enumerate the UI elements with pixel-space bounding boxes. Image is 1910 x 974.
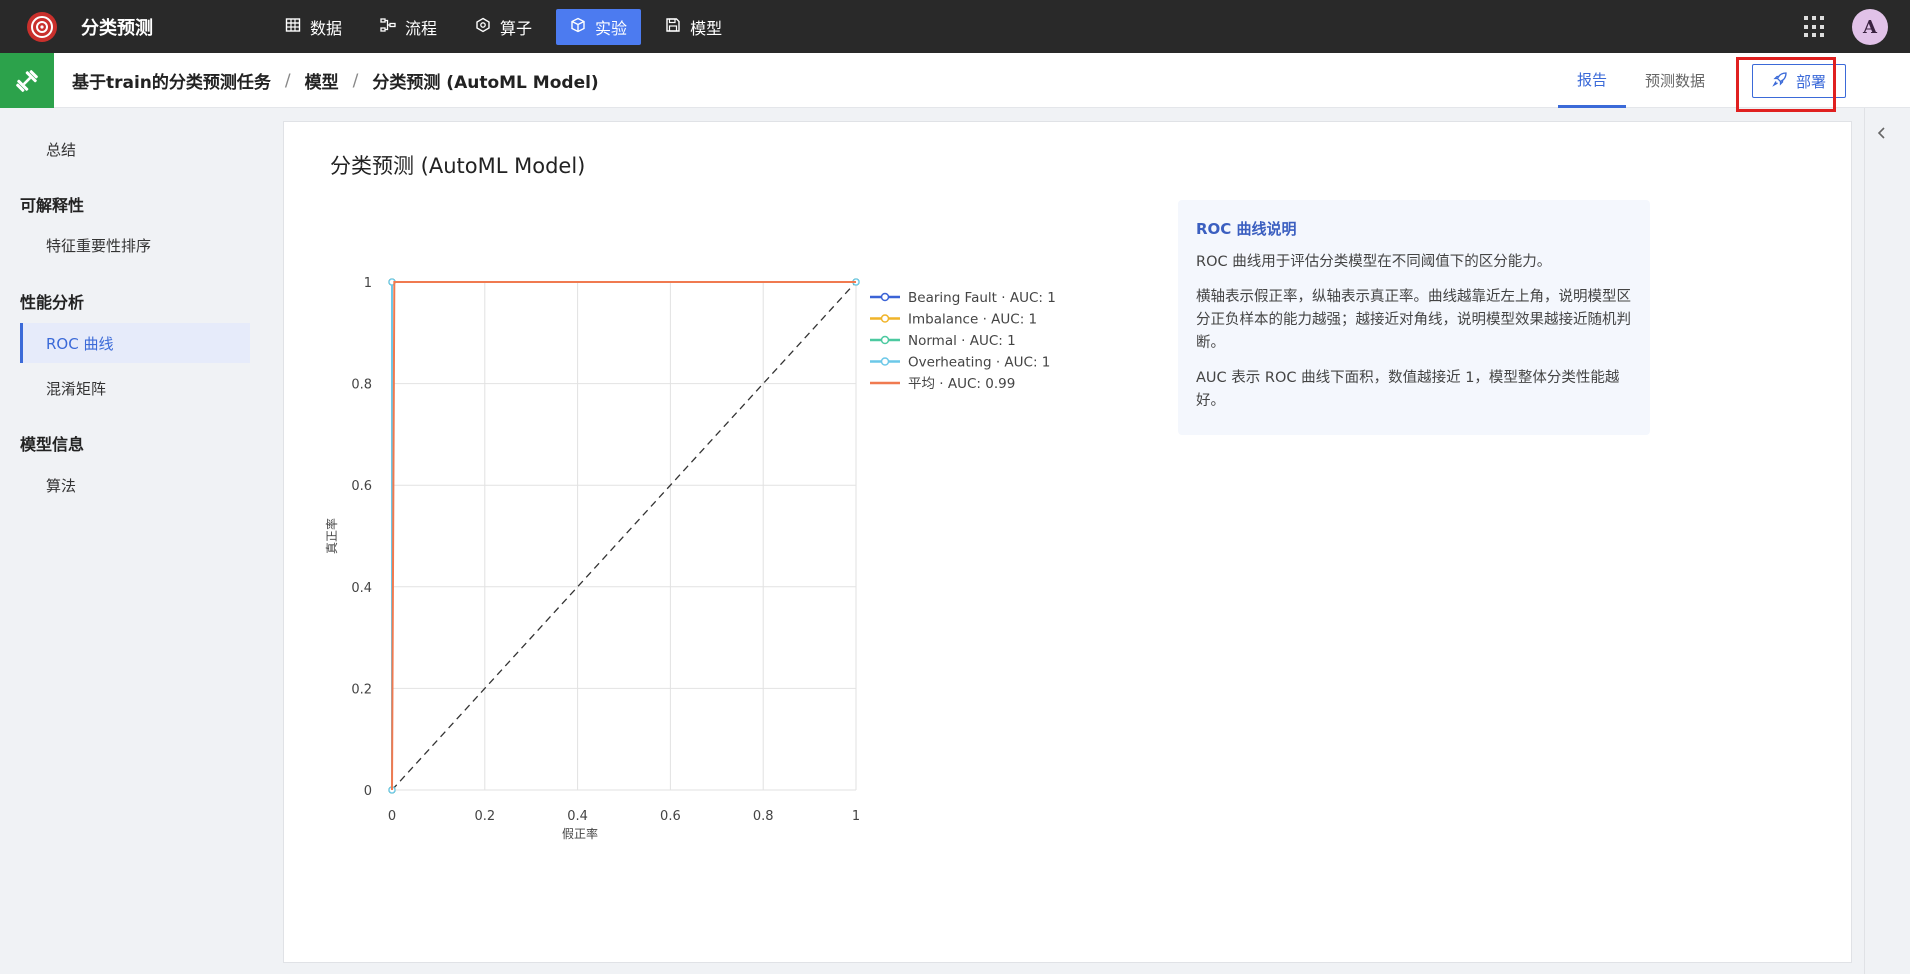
x-tick-label: 0.4 xyxy=(567,809,588,824)
sidebar-item-confusion-matrix[interactable]: 混淆矩阵 xyxy=(20,368,250,408)
x-tick-label: 0.8 xyxy=(753,809,774,824)
sidebar-item-algorithm[interactable]: 算法 xyxy=(20,465,250,505)
legend-marker xyxy=(880,314,890,323)
y-tick-label: 0.8 xyxy=(351,378,372,393)
y-axis-label: 真正率 xyxy=(324,518,339,554)
sidebar-item-feature-importance[interactable]: 特征重要性排序 xyxy=(20,225,250,265)
y-tick-label: 0.4 xyxy=(351,581,372,596)
legend-marker xyxy=(880,357,890,366)
legend-marker xyxy=(880,292,890,302)
y-tick-label: 0 xyxy=(364,784,372,799)
app-logo-icon[interactable] xyxy=(23,8,61,46)
flow-icon xyxy=(380,17,396,37)
sidebar: 总结 可解释性 特征重要性排序 性能分析 ROC 曲线 混淆矩阵 模型信息 算法 xyxy=(0,108,270,974)
info-paragraph-3: AUC 表示 ROC 曲线下面积，数值越接近 1，模型整体分类性能越好。 xyxy=(1196,370,1620,409)
legend-label: Bearing Fault · AUC: 1 xyxy=(908,290,1056,306)
app-title: 分类预测 xyxy=(81,17,153,39)
breadcrumb: 基于train的分类预测任务 / 模型 / 分类预测 (AutoML Model… xyxy=(72,53,599,108)
deploy-highlight-box xyxy=(1736,57,1836,112)
table-icon xyxy=(285,17,301,37)
info-title: ROC 曲线说明 xyxy=(1196,220,1297,238)
chevron-left-icon[interactable] xyxy=(1876,125,1890,143)
page-title: 分类预测 (AutoML Model) xyxy=(330,154,586,178)
info-paragraph-2: 横轴表示假正率，纵轴表示真正率。曲线越靠近左上角，说明模型区分正负样本的能力越强… xyxy=(1196,289,1631,351)
tab-predict-data[interactable]: 预测数据 xyxy=(1638,53,1712,108)
breadcrumb-task[interactable]: 基于train的分类预测任务 xyxy=(72,68,271,93)
nav-operator[interactable]: 算子 xyxy=(461,9,546,45)
legend-label: Imbalance · AUC: 1 xyxy=(908,312,1037,328)
x-tick-label: 1 xyxy=(852,809,860,824)
info-paragraph-1: ROC 曲线用于评估分类模型在不同阈值下的区分能力。 xyxy=(1196,254,1552,270)
sidebar-item-roc[interactable]: ROC 曲线 xyxy=(20,323,250,363)
nav-data-label: 数据 xyxy=(310,18,343,38)
x-tick-label: 0 xyxy=(388,809,396,824)
header-bar: 基于train的分类预测任务 / 模型 / 分类预测 (AutoML Model… xyxy=(0,53,1910,139)
apps-grid-icon[interactable] xyxy=(1804,16,1826,38)
nav-model[interactable]: 模型 xyxy=(651,9,736,45)
dumbbell-icon xyxy=(0,53,54,108)
nav-model-label: 模型 xyxy=(690,18,723,38)
nav-flow[interactable]: 流程 xyxy=(366,9,451,45)
top-bar: 分类预测 数据 流程 算子 实验 模型 A xyxy=(0,0,1910,53)
sidebar-section-performance: 性能分析 xyxy=(20,293,85,312)
scrollbar[interactable] xyxy=(1864,108,1865,974)
hexagon-icon xyxy=(475,17,491,37)
legend-marker xyxy=(880,335,890,345)
y-tick-label: 0.6 xyxy=(351,479,372,494)
y-tick-label: 0.2 xyxy=(351,682,372,697)
breadcrumb-separator: / xyxy=(352,70,359,91)
x-axis-label: 假正率 xyxy=(562,826,598,841)
breadcrumb-separator: / xyxy=(284,70,291,91)
sidebar-item-summary[interactable]: 总结 xyxy=(20,129,250,169)
diagonal-reference-line xyxy=(391,281,857,791)
cube-icon xyxy=(570,17,586,37)
nav-experiment-label: 实验 xyxy=(595,18,628,38)
report-card: 分类预测 (AutoML Model) 0 0.2 0.4 0.6 0.8 1 0 0.2 0.… xyxy=(283,121,1852,963)
avatar[interactable]: A xyxy=(1852,9,1888,45)
roc-info-box: ROC 曲线说明 ROC 曲线用于评估分类模型在不同阈值下的区分能力。 横轴表示… xyxy=(1178,200,1650,435)
x-tick-label: 0.6 xyxy=(660,809,681,824)
nav-data[interactable]: 数据 xyxy=(271,9,356,45)
legend-label: Overheating · AUC: 1 xyxy=(908,355,1050,371)
legend-label: 平均 · AUC: 0.99 xyxy=(908,376,1015,392)
save-icon xyxy=(665,17,681,37)
top-nav: 数据 流程 算子 实验 模型 xyxy=(271,8,736,45)
roc-chart: 0 0.2 0.4 0.6 0.8 1 0 0.2 0.4 0.6 0.8 1 假正率 真正率 Bearin… xyxy=(324,276,1056,841)
sidebar-section-model-info: 模型信息 xyxy=(20,435,85,454)
legend-label: Normal · AUC: 1 xyxy=(908,333,1016,349)
nav-flow-label: 流程 xyxy=(405,18,438,38)
tab-report[interactable]: 报告 xyxy=(1558,53,1626,108)
breadcrumb-model[interactable]: 模型 xyxy=(305,68,339,93)
sidebar-section-explainability: 可解释性 xyxy=(20,196,85,215)
y-tick-label: 1 xyxy=(364,276,372,291)
nav-experiment[interactable]: 实验 xyxy=(556,8,642,45)
x-tick-label: 0.2 xyxy=(474,809,495,824)
nav-operator-label: 算子 xyxy=(500,18,533,38)
breadcrumb-current: 分类预测 (AutoML Model) xyxy=(372,73,599,93)
